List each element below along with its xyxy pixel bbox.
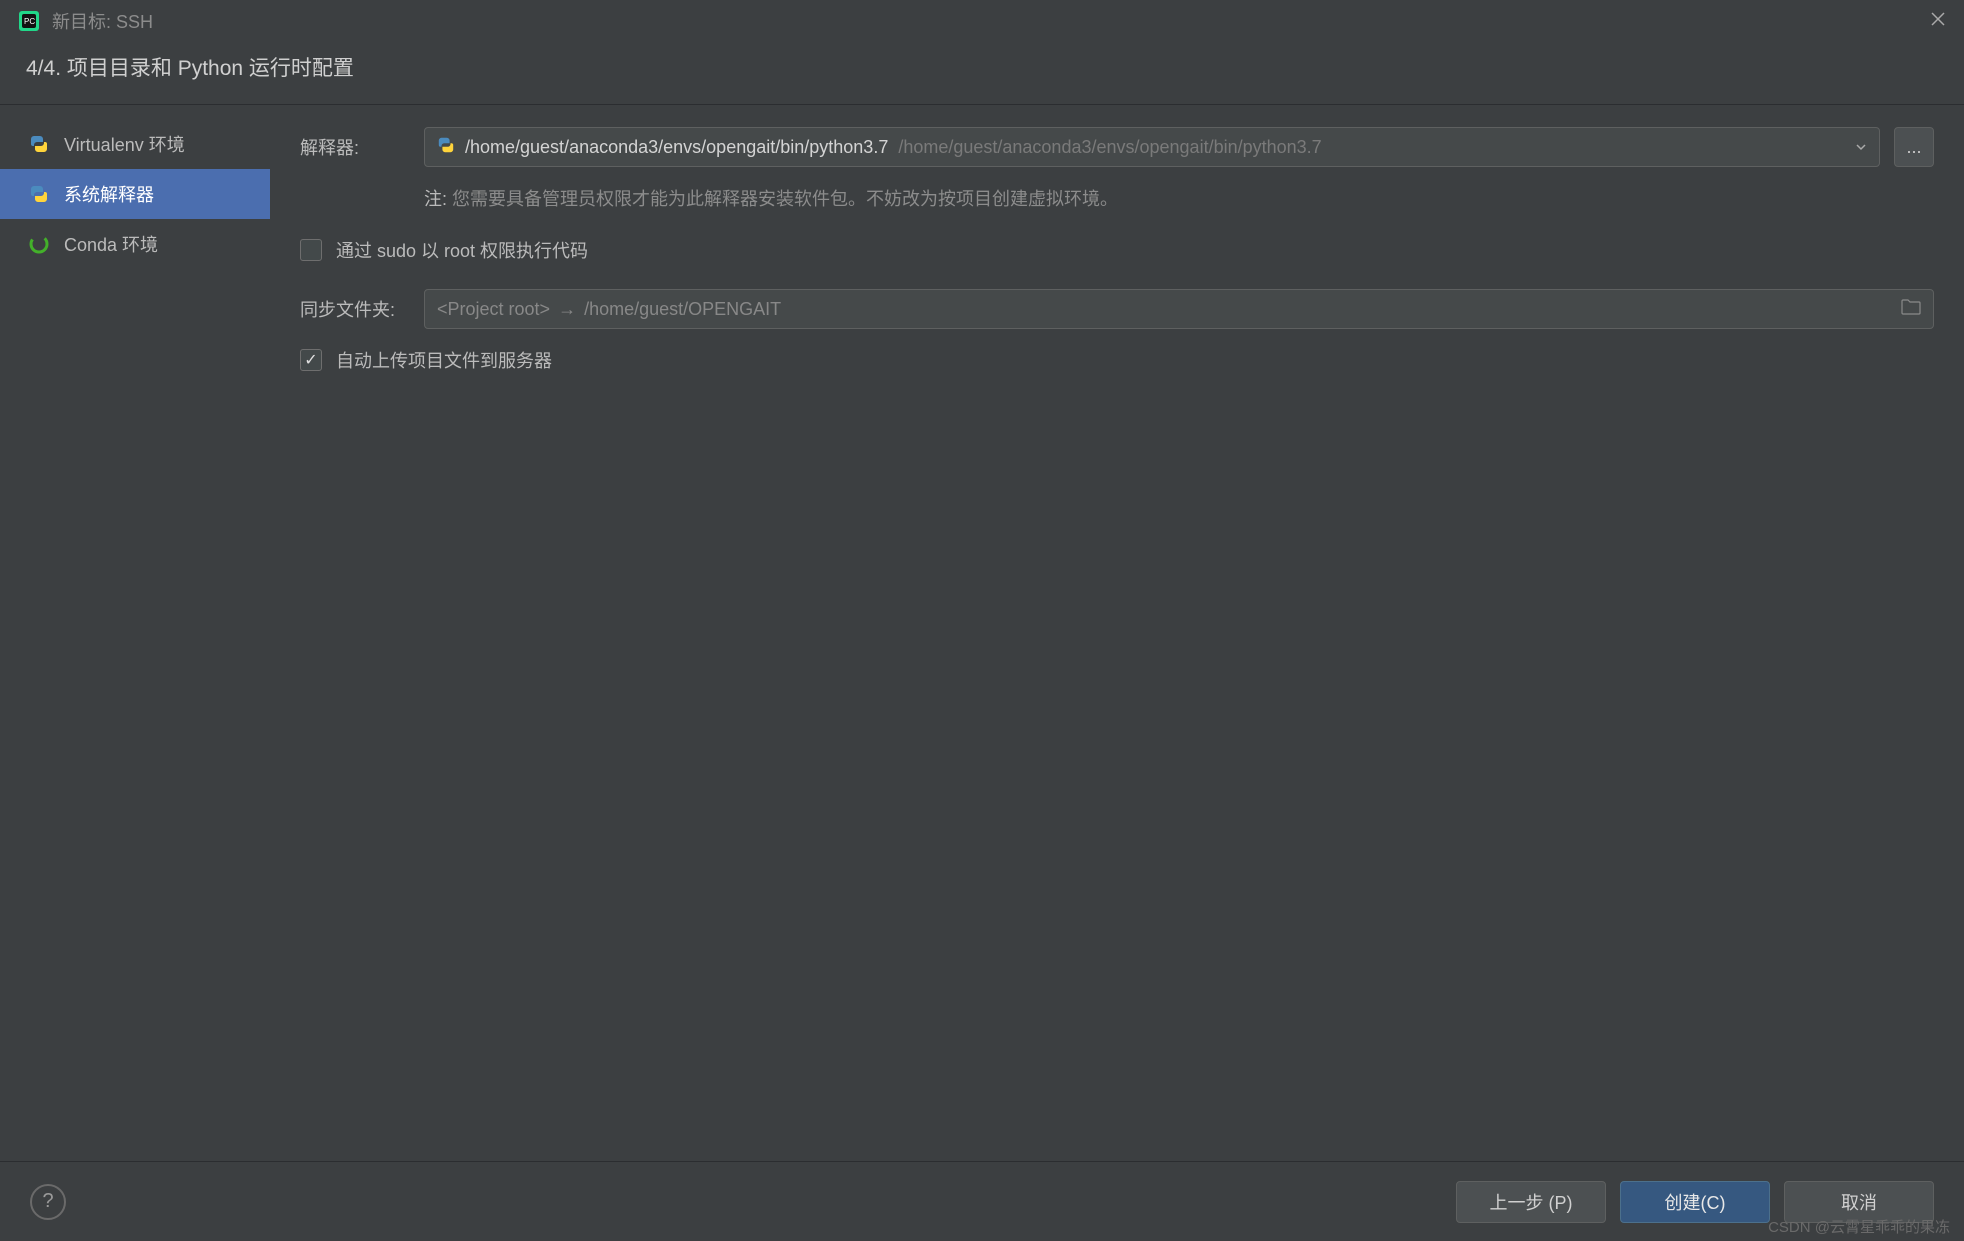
interpreter-label: 解释器: bbox=[300, 134, 410, 160]
arrow-icon: → bbox=[558, 299, 576, 320]
sync-folder-input[interactable]: <Project root> → /home/guest/OPENGAIT bbox=[424, 289, 1934, 329]
sudo-checkbox-label: 通过 sudo 以 root 权限执行代码 bbox=[336, 237, 588, 263]
sidebar-item-label: Conda 环境 bbox=[64, 231, 158, 257]
pycharm-icon: PC bbox=[18, 10, 40, 32]
hint-text: 您需要具备管理员权限才能为此解释器安装软件包。不妨改为按项目创建虚拟环境。 bbox=[452, 189, 1118, 209]
create-button[interactable]: 创建(C) bbox=[1620, 1181, 1770, 1223]
sidebar-item-label: 系统解释器 bbox=[64, 181, 154, 207]
footer: ? 上一步 (P) 创建(C) 取消 bbox=[0, 1161, 1964, 1241]
titlebar: PC 新目标: SSH bbox=[0, 0, 1964, 42]
interpreter-select[interactable]: /home/guest/anaconda3/envs/opengait/bin/… bbox=[424, 127, 1880, 167]
sidebar-item-system[interactable]: 系统解释器 bbox=[0, 169, 270, 219]
python-icon bbox=[28, 133, 50, 155]
python-icon bbox=[437, 136, 455, 159]
sync-value-path: /home/guest/OPENGAIT bbox=[584, 299, 781, 320]
help-button[interactable]: ? bbox=[30, 1184, 66, 1220]
hint-prefix: 注: bbox=[424, 189, 447, 209]
content: 解释器: /home/guest/anaconda3/envs/opengait… bbox=[270, 105, 1964, 1176]
auto-upload-checkbox-row[interactable]: 自动上传项目文件到服务器 bbox=[300, 347, 1934, 373]
auto-upload-checkbox-label: 自动上传项目文件到服务器 bbox=[336, 347, 552, 373]
interpreter-path: /home/guest/anaconda3/envs/opengait/bin/… bbox=[465, 137, 888, 158]
auto-upload-checkbox[interactable] bbox=[300, 349, 322, 371]
sidebar-item-label: Virtualenv 环境 bbox=[64, 131, 185, 157]
interpreter-hint: 注: 您需要具备管理员权限才能为此解释器安装软件包。不妨改为按项目创建虚拟环境。 bbox=[424, 185, 1934, 211]
titlebar-title: 新目标: SSH bbox=[52, 8, 153, 34]
interpreter-path-extra: /home/guest/anaconda3/envs/opengait/bin/… bbox=[898, 137, 1321, 158]
sync-label: 同步文件夹: bbox=[300, 296, 410, 322]
sync-row: 同步文件夹: <Project root> → /home/guest/OPEN… bbox=[300, 289, 1934, 329]
sync-value-prefix: <Project root> bbox=[437, 299, 550, 320]
browse-interpreter-button[interactable]: ... bbox=[1894, 127, 1934, 167]
svg-text:PC: PC bbox=[24, 17, 35, 26]
sudo-checkbox-row[interactable]: 通过 sudo 以 root 权限执行代码 bbox=[300, 237, 1934, 263]
watermark: CSDN @云霄星乖乖的果冻 bbox=[1768, 1216, 1950, 1237]
previous-button[interactable]: 上一步 (P) bbox=[1456, 1181, 1606, 1223]
folder-browse-icon[interactable] bbox=[1901, 299, 1921, 320]
body: Virtualenv 环境 系统解释器 Conda 环境 解释器: /home/… bbox=[0, 105, 1964, 1176]
sudo-checkbox[interactable] bbox=[300, 239, 322, 261]
chevron-down-icon bbox=[1855, 137, 1867, 158]
conda-icon bbox=[28, 233, 50, 255]
sidebar-item-conda[interactable]: Conda 环境 bbox=[0, 219, 270, 269]
sidebar: Virtualenv 环境 系统解释器 Conda 环境 bbox=[0, 105, 270, 1176]
python-icon bbox=[28, 183, 50, 205]
interpreter-row: 解释器: /home/guest/anaconda3/envs/opengait… bbox=[300, 127, 1934, 167]
sidebar-item-virtualenv[interactable]: Virtualenv 环境 bbox=[0, 119, 270, 169]
close-icon[interactable] bbox=[1930, 11, 1946, 32]
step-header: 4/4. 项目目录和 Python 运行时配置 bbox=[0, 42, 1964, 104]
